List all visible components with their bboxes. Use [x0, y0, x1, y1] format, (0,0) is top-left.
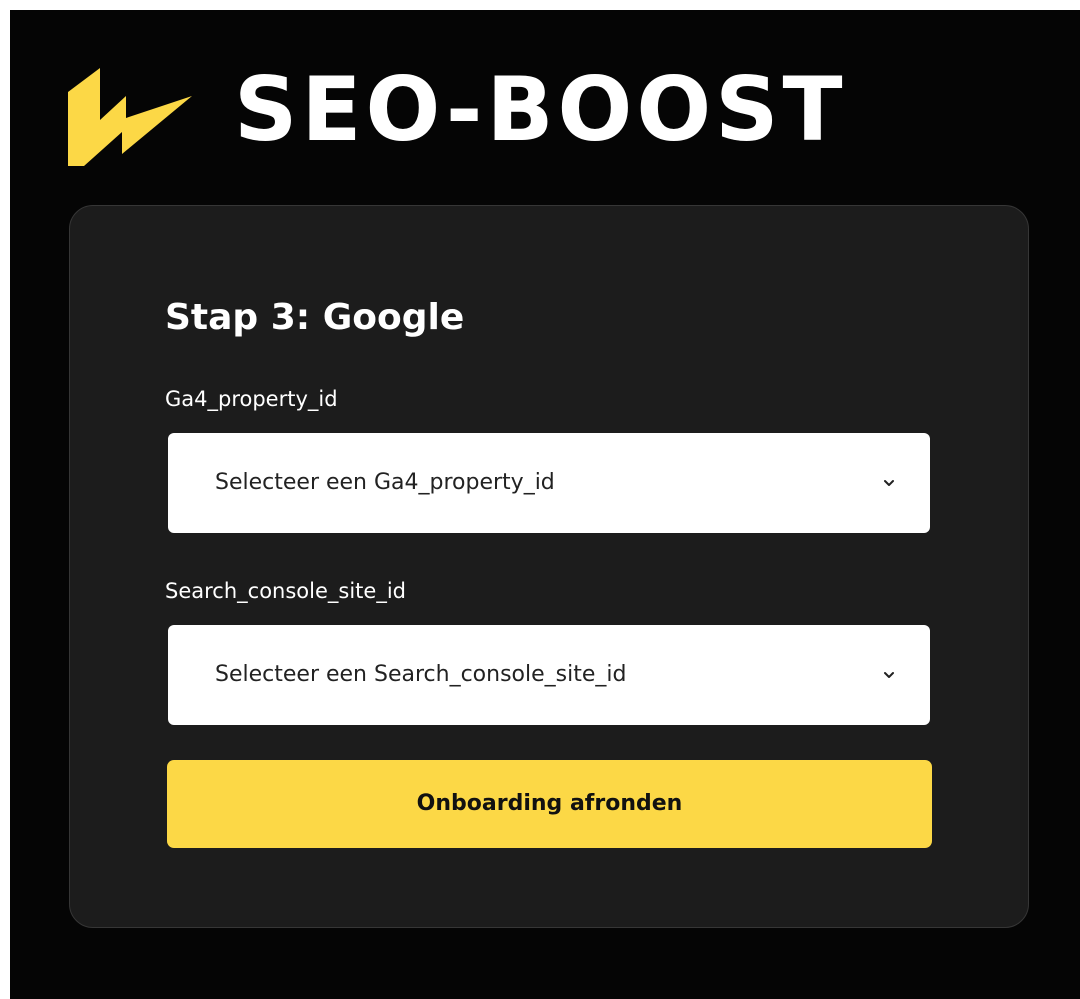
brand-name: SEO-BOOST [234, 58, 847, 161]
finish-onboarding-button[interactable]: Onboarding afronden [167, 760, 932, 848]
search-console-site-select[interactable]: Selecteer een Search_console_site_id [168, 625, 930, 725]
lightning-bolt-icon [68, 68, 192, 166]
search-console-site-select-value: Selecteer een Search_console_site_id [215, 662, 627, 687]
ga4-property-label: Ga4_property_id [165, 387, 338, 411]
brand-logo: SEO-BOOST [68, 60, 1038, 166]
step-title: Stap 3: Google [165, 297, 465, 338]
ga4-property-select-value: Selecteer een Ga4_property_id [215, 470, 555, 495]
app-screen: SEO-BOOST Stap 3: Google Ga4_property_id… [10, 10, 1080, 999]
onboarding-card: Stap 3: Google Ga4_property_id Selecteer… [69, 205, 1029, 928]
chevron-down-icon [884, 672, 894, 678]
search-console-site-label: Search_console_site_id [165, 579, 406, 603]
chevron-down-icon [884, 480, 894, 486]
ga4-property-select[interactable]: Selecteer een Ga4_property_id [168, 433, 930, 533]
finish-onboarding-button-label: Onboarding afronden [416, 791, 683, 816]
